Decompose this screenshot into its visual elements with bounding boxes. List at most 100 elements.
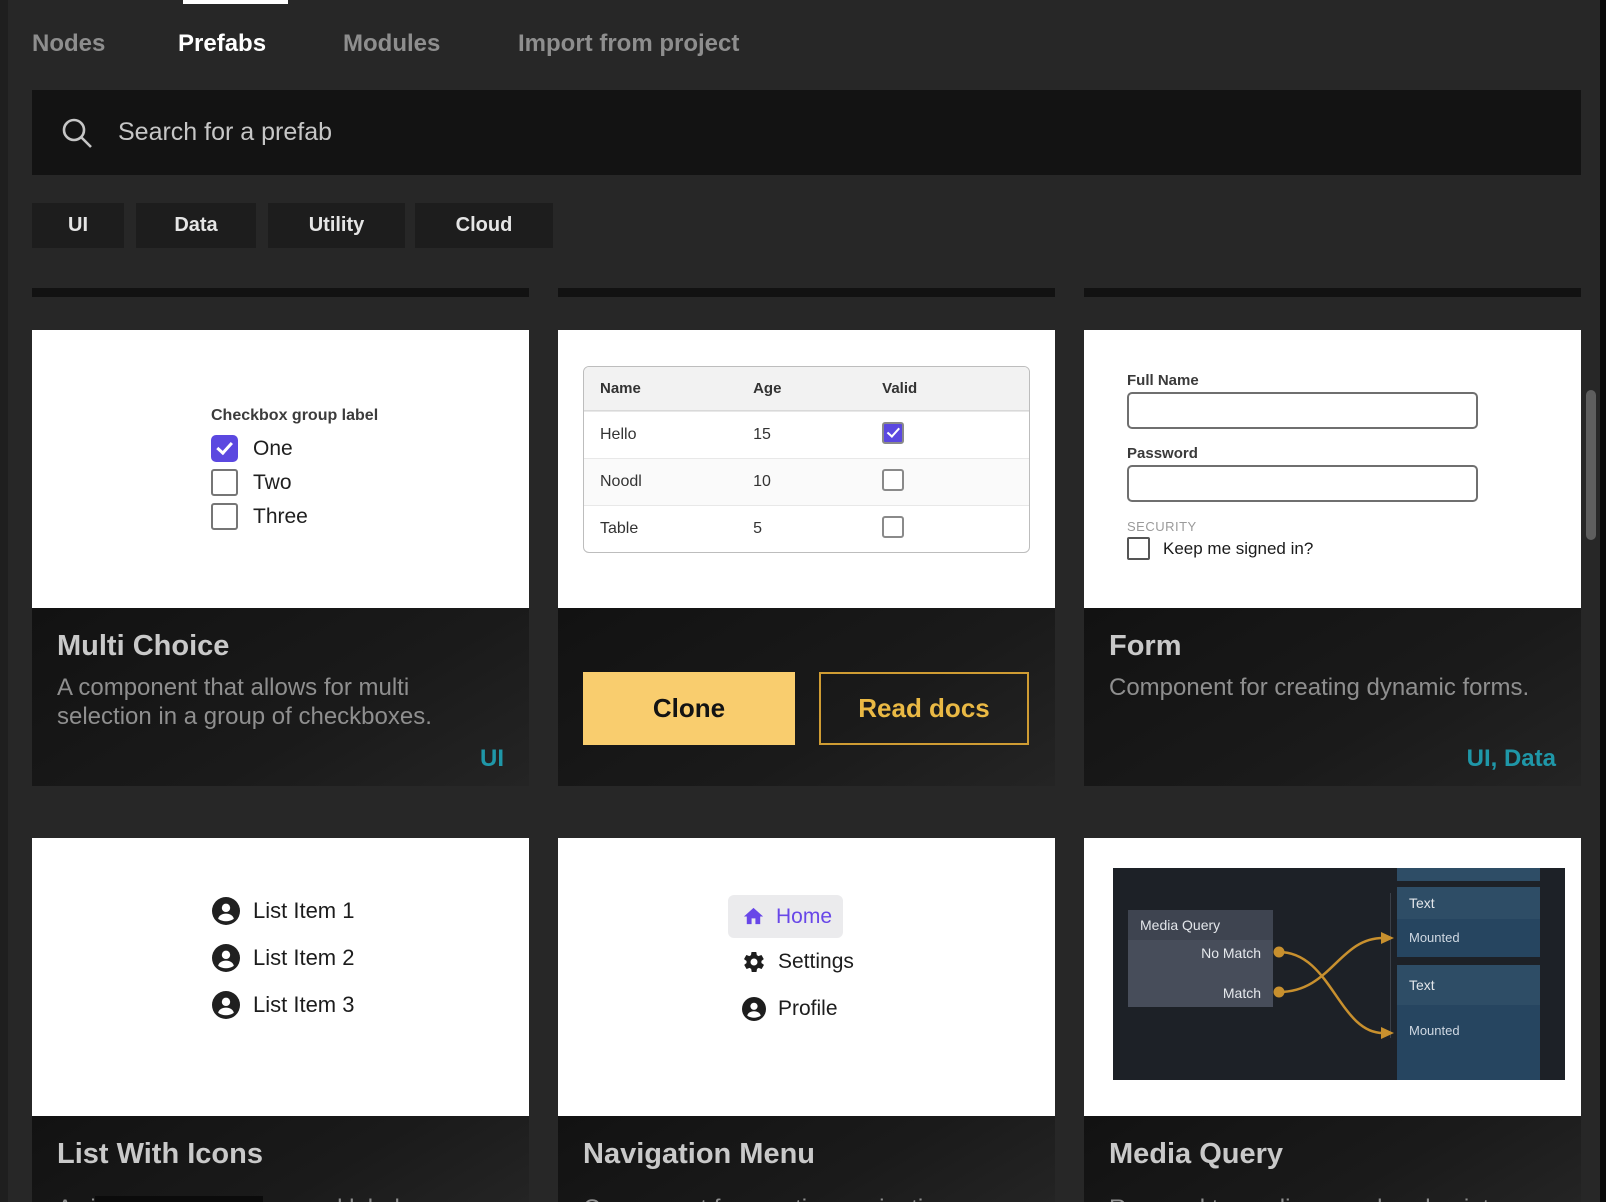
- cell-age: 15: [753, 426, 882, 444]
- filter-chip-cloud[interactable]: Cloud: [415, 203, 553, 248]
- prefab-card-list-with-icons[interactable]: List Item 1 List Item 2 List Item 3 List…: [32, 838, 529, 1202]
- clone-button[interactable]: Clone: [583, 672, 795, 745]
- card-info: Form Component for creating dynamic form…: [1084, 608, 1581, 786]
- checkbox-option: One: [211, 435, 293, 462]
- checkbox-icon: [882, 422, 904, 444]
- checkbox-icon: [1127, 537, 1150, 560]
- checkbox-icon: [211, 469, 238, 496]
- form-preview: Full Name Password SECURITY Keep me sign…: [1084, 330, 1581, 608]
- tab-nodes[interactable]: Nodes: [32, 30, 105, 58]
- prefab-card-form[interactable]: Full Name Password SECURITY Keep me sign…: [1084, 330, 1581, 786]
- column-header: Name: [584, 380, 753, 397]
- column-header: Valid: [882, 380, 1029, 397]
- preview-table: Name Age Valid Hello 15 Noodl 10 Table 5: [583, 366, 1030, 553]
- security-section-label: SECURITY: [1127, 519, 1197, 534]
- previous-row-card-sliver: [558, 288, 1055, 297]
- filter-chip-data[interactable]: Data: [136, 203, 256, 248]
- checkbox-option-label: Three: [253, 505, 308, 529]
- password-label: Password: [1127, 445, 1198, 462]
- person-icon: [212, 991, 240, 1019]
- search-icon: [60, 116, 94, 150]
- card-title: Navigation Menu: [583, 1138, 1030, 1171]
- cell-name: Noodl: [584, 473, 753, 491]
- vertical-scrollbar-thumb[interactable]: [1586, 390, 1596, 540]
- home-icon: [742, 905, 765, 928]
- checkbox-icon: [211, 503, 238, 530]
- card-info: Multi Choice A component that allows for…: [32, 608, 529, 786]
- cell-name: Hello: [584, 426, 753, 444]
- nav-item-settings: Settings: [742, 950, 854, 974]
- tab-modules[interactable]: Modules: [343, 30, 440, 58]
- navigation-menu-preview: Home Settings Profile: [558, 838, 1055, 1116]
- panel-left-edge: [0, 0, 8, 1202]
- card-description: Component for creating dynamic forms.: [1109, 673, 1556, 702]
- read-docs-button[interactable]: Read docs: [819, 672, 1029, 745]
- person-icon: [212, 944, 240, 972]
- card-hover-actions: Clone Read docs: [558, 608, 1055, 786]
- table-preview: Name Age Valid Hello 15 Noodl 10 Table 5: [558, 330, 1055, 608]
- media-query-preview: Media Query No Match Match Text Mounted …: [1084, 838, 1581, 1116]
- list-with-icons-preview: List Item 1 List Item 2 List Item 3: [32, 838, 529, 1116]
- node-graph-screenshot: Media Query No Match Match Text Mounted …: [1113, 868, 1565, 1080]
- list-item-label: List Item 3: [253, 992, 354, 1018]
- checkbox-icon: [882, 469, 904, 491]
- nav-item-label: Home: [776, 905, 832, 929]
- tab-import-from-project[interactable]: Import from project: [518, 30, 739, 58]
- card-info: List With Icons A simple list with icons…: [32, 1116, 529, 1202]
- active-tab-indicator: [183, 0, 288, 4]
- search-input[interactable]: Search for a prefab: [32, 90, 1581, 175]
- list-item: List Item 2: [212, 944, 354, 972]
- checkbox-option: Two: [211, 469, 292, 496]
- password-field: [1127, 465, 1478, 502]
- nav-item-home-active: Home: [728, 895, 843, 938]
- multi-choice-preview: Checkbox group label One Two Three: [32, 330, 529, 608]
- card-title: Multi Choice: [57, 630, 504, 663]
- checkbox-icon: [882, 516, 904, 538]
- cell-age: 5: [753, 520, 882, 538]
- card-description: Component for creating navigation menus.: [583, 1194, 1030, 1202]
- list-item-label: List Item 2: [253, 945, 354, 971]
- card-description: Respond to media query breakpoints.: [1109, 1194, 1556, 1202]
- card-info: Navigation Menu Component for creating n…: [558, 1116, 1055, 1202]
- keep-signed-in-label: Keep me signed in?: [1163, 539, 1313, 559]
- person-icon: [742, 997, 766, 1021]
- table-header-row: Name Age Valid: [584, 367, 1029, 411]
- table-row: Table 5: [584, 505, 1029, 552]
- list-item: List Item 1: [212, 897, 354, 925]
- checkbox-option-label: Two: [253, 471, 292, 495]
- card-description: A component that allows for multi select…: [57, 673, 504, 731]
- cell-age: 10: [753, 473, 882, 491]
- card-title: List With Icons: [57, 1138, 504, 1171]
- checkbox-icon: [211, 435, 238, 462]
- prefab-card-media-query[interactable]: Media Query No Match Match Text Mounted …: [1084, 838, 1581, 1202]
- gear-icon: [742, 950, 766, 974]
- list-item: List Item 3: [212, 991, 354, 1019]
- previous-row-card-sliver: [32, 288, 529, 297]
- filter-chip-ui[interactable]: UI: [32, 203, 124, 248]
- table-row: Hello 15: [584, 411, 1029, 458]
- filter-chip-utility[interactable]: Utility: [268, 203, 405, 248]
- column-header: Age: [753, 380, 882, 397]
- table-row: Noodl 10: [584, 458, 1029, 505]
- previous-row-card-sliver: [1084, 288, 1581, 297]
- card-title: Media Query: [1109, 1138, 1556, 1171]
- prefab-card-table[interactable]: Name Age Valid Hello 15 Noodl 10 Table 5…: [558, 330, 1055, 786]
- tab-prefabs[interactable]: Prefabs: [178, 30, 266, 58]
- card-tag: UI: [480, 745, 504, 773]
- keep-signed-in-row: Keep me signed in?: [1127, 537, 1313, 560]
- search-placeholder: Search for a prefab: [118, 118, 332, 147]
- checkbox-option-label: One: [253, 437, 293, 461]
- card-tag: UI, Data: [1467, 745, 1556, 773]
- nav-item-label: Settings: [778, 950, 854, 974]
- full-name-label: Full Name: [1127, 372, 1199, 389]
- nav-item-profile: Profile: [742, 997, 838, 1021]
- prefab-card-navigation-menu[interactable]: Home Settings Profile Navigation Menu Co…: [558, 838, 1055, 1202]
- list-item-label: List Item 1: [253, 898, 354, 924]
- prefab-card-multi-choice[interactable]: Checkbox group label One Two Three Multi…: [32, 330, 529, 786]
- person-icon: [212, 897, 240, 925]
- node-connections: [1113, 868, 1565, 1080]
- full-name-field: [1127, 392, 1478, 429]
- cell-name: Table: [584, 520, 753, 538]
- nav-item-label: Profile: [778, 997, 838, 1021]
- window-right-edge: [1600, 0, 1606, 1202]
